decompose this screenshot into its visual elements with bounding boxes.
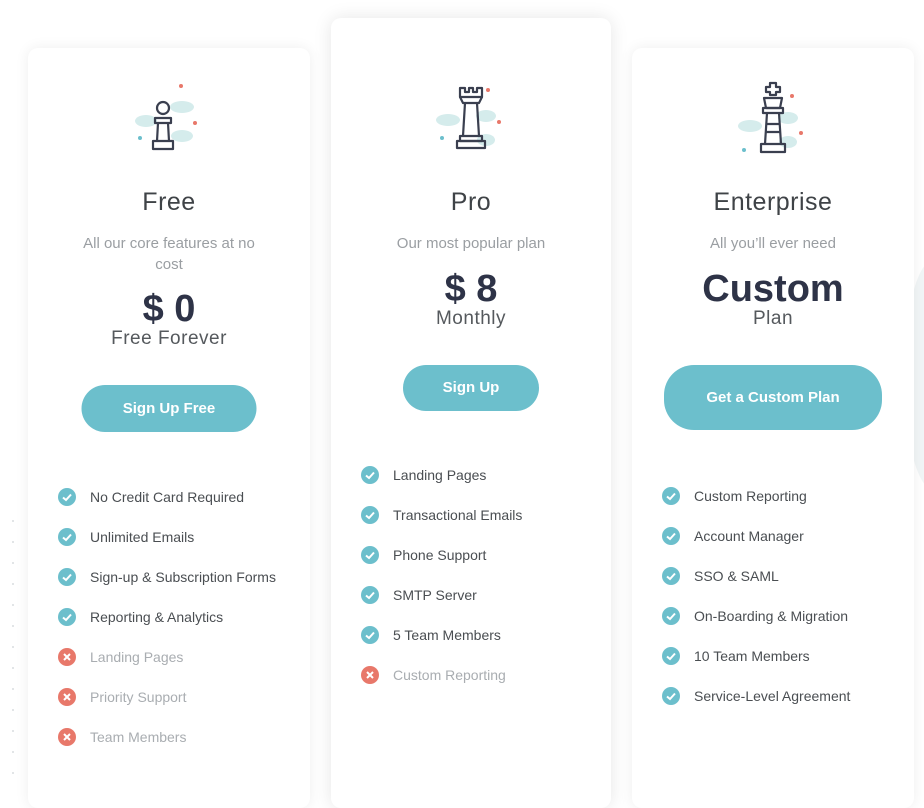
sign-up-free-button[interactable]: Sign Up Free: [81, 385, 257, 432]
feature-label: Landing Pages: [393, 467, 487, 483]
plan-name: Pro: [450, 188, 492, 216]
chess-king-icon: [728, 78, 818, 168]
cross-icon: [58, 648, 76, 666]
check-icon: [662, 567, 680, 585]
plan-price: $ 0: [142, 288, 196, 330]
feature-label: Custom Reporting: [393, 667, 506, 683]
feature-label: 10 Team Members: [694, 648, 810, 664]
feature-item: Phone Support: [361, 544, 595, 566]
feature-item: 10 Team Members: [662, 645, 898, 667]
feature-label: Phone Support: [393, 547, 487, 563]
check-icon: [58, 528, 76, 546]
check-icon: [361, 506, 379, 524]
feature-item: Landing Pages: [58, 646, 294, 668]
plan-card-enterprise: Enterprise All you’ll ever need Custom P…: [632, 48, 914, 808]
check-icon: [361, 626, 379, 644]
plan-tagline: All our core features at no cost: [83, 235, 255, 273]
cross-icon: [58, 728, 76, 746]
feature-label: Landing Pages: [90, 649, 184, 665]
plan-tagline: All you’ll ever need: [710, 235, 836, 252]
feature-label: Unlimited Emails: [90, 529, 195, 545]
feature-item: SSO & SAML: [662, 565, 898, 587]
plan-card-pro: Pro Our most popular plan $ 8 Monthly Si…: [331, 18, 611, 808]
feature-label: On-Boarding & Migration: [694, 608, 849, 624]
check-icon: [58, 488, 76, 506]
feature-label: 5 Team Members: [393, 627, 501, 643]
plan-tagline: Our most popular plan: [396, 235, 546, 252]
plan-period: Monthly: [435, 308, 507, 329]
plan-period: Free Forever: [111, 328, 227, 349]
feature-item: Reporting & Analytics: [58, 606, 294, 628]
feature-item: Service-Level Agreement: [662, 685, 898, 707]
feature-label: Team Members: [90, 729, 187, 745]
feature-list: No Credit Card Required Unlimited Emails…: [58, 486, 294, 766]
feature-item: 5 Team Members: [361, 624, 595, 646]
cross-icon: [361, 666, 379, 684]
check-icon: [361, 586, 379, 604]
check-icon: [662, 607, 680, 625]
feature-item: Transactional Emails: [361, 504, 595, 526]
check-icon: [361, 466, 379, 484]
feature-item: On-Boarding & Migration: [662, 605, 898, 627]
plan-price: $ 8: [444, 268, 498, 310]
check-icon: [361, 546, 379, 564]
check-icon: [662, 687, 680, 705]
feature-item: Priority Support: [58, 686, 294, 708]
feature-label: SMTP Server: [393, 587, 477, 603]
feature-item: Landing Pages: [361, 464, 595, 486]
feature-label: SSO & SAML: [694, 568, 779, 584]
feature-label: Reporting & Analytics: [90, 609, 224, 625]
feature-item: Account Manager: [662, 525, 898, 547]
check-icon: [58, 568, 76, 586]
feature-label: Service-Level Agreement: [694, 688, 851, 704]
check-icon: [662, 527, 680, 545]
chess-pawn-icon: [124, 78, 214, 168]
feature-label: Custom Reporting: [694, 488, 807, 504]
check-icon: [662, 487, 680, 505]
check-icon: [662, 647, 680, 665]
check-icon: [58, 608, 76, 626]
feature-item: Unlimited Emails: [58, 526, 294, 548]
get-custom-plan-button[interactable]: Get a Custom Plan: [664, 365, 882, 430]
feature-list: Landing Pages Transactional Emails Phone…: [361, 464, 595, 704]
chess-rook-icon: [426, 78, 516, 168]
feature-label: No Credit Card Required: [90, 489, 245, 505]
plan-name: Enterprise: [713, 188, 833, 216]
feature-item: Sign-up & Subscription Forms: [58, 566, 294, 588]
feature-item: Custom Reporting: [361, 664, 595, 686]
feature-label: Transactional Emails: [393, 507, 523, 523]
feature-item: No Credit Card Required: [58, 486, 294, 508]
feature-item: Team Members: [58, 726, 294, 748]
feature-label: Priority Support: [90, 689, 187, 705]
decorative-dots: [12, 520, 16, 793]
plan-name: Free: [142, 188, 196, 216]
cross-icon: [58, 688, 76, 706]
feature-item: SMTP Server: [361, 584, 595, 606]
feature-label: Sign-up & Subscription Forms: [90, 569, 276, 585]
plan-period: Plan: [752, 308, 794, 329]
sign-up-button[interactable]: Sign Up: [403, 365, 539, 411]
plan-card-free: Free All our core features at no cost $ …: [28, 48, 310, 808]
feature-list: Custom Reporting Account Manager SSO & S…: [662, 485, 898, 725]
feature-label: Account Manager: [694, 528, 804, 544]
feature-item: Custom Reporting: [662, 485, 898, 507]
plan-price: Custom: [702, 268, 844, 310]
